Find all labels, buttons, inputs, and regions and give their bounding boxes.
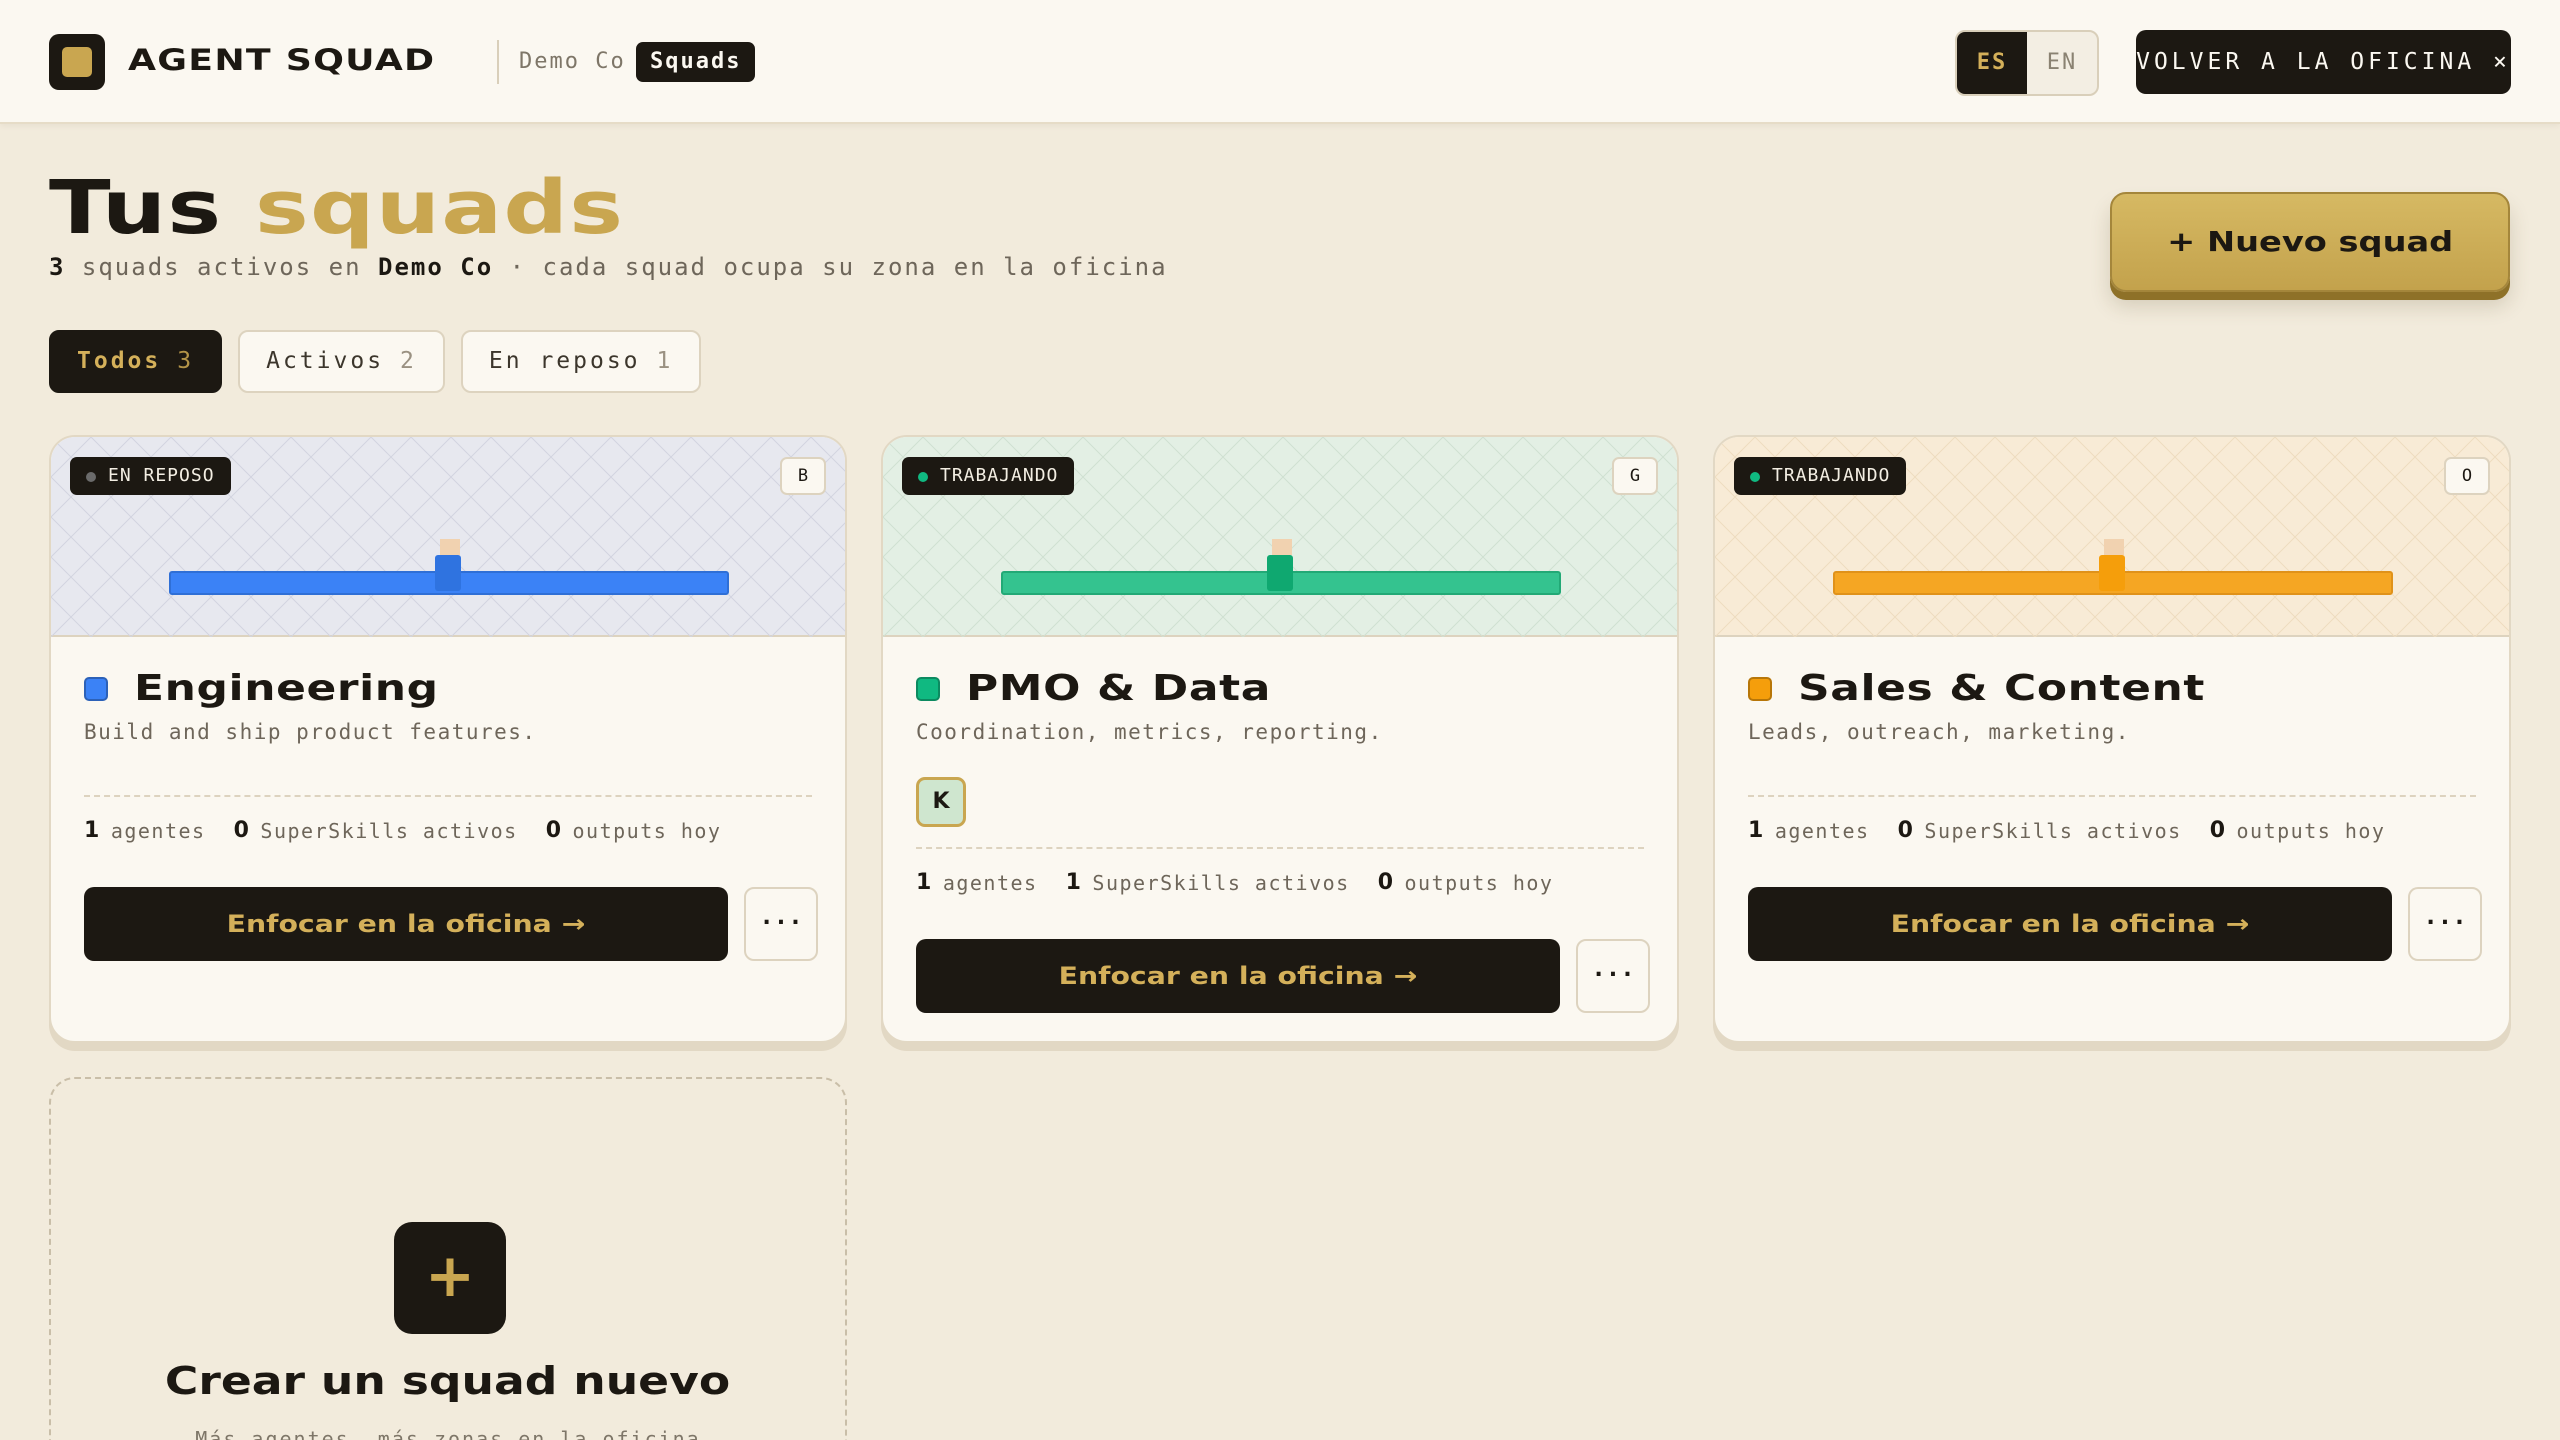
new-squad-label: + Nuevo squad [2166, 225, 2454, 258]
squad-key-badge: G [1612, 457, 1658, 495]
stat-agents: 1 agentes [1748, 818, 1870, 843]
page-title: Tus squads [49, 168, 624, 248]
filter-idle[interactable]: En reposo 1 [460, 330, 702, 393]
divider [84, 795, 812, 797]
stat-agents: 1 agentes [84, 818, 206, 843]
squad-color-swatch [84, 677, 108, 701]
status-dot [1750, 472, 1760, 482]
squad-heading: Engineering [84, 667, 438, 711]
lang-en-button[interactable]: EN [2027, 32, 2097, 94]
stat-skills: 0 SuperSkills activos [1897, 818, 2182, 843]
squad-description: Leads, outreach, marketing. [1748, 720, 2130, 744]
agent-avatar[interactable]: K [916, 777, 966, 827]
subtitle-mid: squads activos en [81, 253, 362, 281]
logo-icon[interactable] [49, 34, 105, 90]
status-badge: TRABAJANDO [1734, 457, 1907, 495]
stat-outputs: 0 outputs hoy [1377, 870, 1554, 895]
subtitle-tail: · cada squad ocupa su zona en la oficina [509, 253, 1168, 281]
filter-tabs: Todos 3 Activos 2 En reposo 1 [49, 330, 702, 393]
status-text: TRABAJANDO [1772, 465, 1891, 486]
create-squad-title: Crear un squad nuevo [51, 1357, 845, 1405]
squad-color-swatch [916, 677, 940, 701]
status-text: TRABAJANDO [940, 465, 1059, 486]
more-options-button[interactable]: ··· [744, 887, 818, 961]
squad-heading: Sales & Content [1748, 667, 2204, 711]
squad-name: PMO & Data [966, 668, 1271, 709]
focus-button-label: Enfocar en la oficina → [226, 910, 586, 938]
filter-label: Activos [266, 348, 385, 374]
agent-figure [1267, 555, 1293, 591]
filter-count: 1 [656, 348, 674, 374]
filter-label: En reposo [488, 348, 641, 374]
squad-stats: 1 agentes 1 SuperSkills activos 0 outputs h… [916, 869, 1581, 897]
brand-name: AGENT SQUAD [128, 43, 436, 77]
filter-count: 3 [177, 348, 195, 374]
status-badge: EN REPOSO [70, 457, 231, 495]
more-options-button[interactable]: ··· [1576, 939, 1650, 1013]
squad-card-sales-content[interactable]: TRABAJANDO O Sales & Content Leads, outr… [1713, 435, 2511, 1043]
page-subtitle: 3 squads activos en Demo Co · cada squad… [49, 250, 1168, 284]
stat-outputs: 0 outputs hoy [545, 818, 722, 843]
squad-stats: 1 agentes 0 SuperSkills activos 0 outputs h… [84, 817, 749, 845]
filter-label: Todos [77, 348, 162, 374]
page-title-main: Tus [49, 165, 223, 251]
create-squad-card[interactable]: + Crear un squad nuevo Más agentes, más … [49, 1077, 847, 1440]
page-title-accent: squads [254, 165, 625, 251]
status-text: EN REPOSO [108, 465, 215, 486]
back-to-office-button[interactable]: VOLVER A LA OFICINA × [2136, 30, 2511, 94]
filter-active[interactable]: Activos 2 [238, 330, 445, 393]
plus-icon: + [394, 1222, 506, 1334]
breadcrumb-current: Squads [636, 42, 756, 82]
squad-heading: PMO & Data [916, 667, 1270, 711]
status-badge: TRABAJANDO [902, 457, 1075, 495]
filter-all[interactable]: Todos 3 [49, 330, 223, 393]
office-preview: TRABAJANDO G [883, 437, 1677, 637]
agent-head [2104, 539, 2124, 555]
stat-agents: 1 agentes [916, 870, 1038, 895]
squad-key-badge: O [2444, 457, 2490, 495]
squad-description: Build and ship product features. [84, 720, 537, 744]
divider [916, 847, 1644, 849]
agent-head [1272, 539, 1292, 555]
office-preview: TRABAJANDO O [1715, 437, 2509, 637]
stat-skills: 0 SuperSkills activos [233, 818, 518, 843]
new-squad-button[interactable]: + Nuevo squad [2110, 192, 2510, 292]
language-toggle: ES EN [1955, 30, 2099, 96]
more-options-button[interactable]: ··· [2408, 887, 2482, 961]
focus-in-office-button[interactable]: Enfocar en la oficina → [1748, 887, 2392, 961]
stat-skills: 1 SuperSkills activos [1065, 870, 1350, 895]
squad-name: Sales & Content [1798, 668, 2206, 709]
status-dot [918, 472, 928, 482]
squad-card-pmo-data[interactable]: TRABAJANDO G PMO & Data Coordination, me… [881, 435, 1679, 1043]
create-squad-title-text: Crear un squad nuevo [165, 1359, 731, 1403]
subtitle-count: 3 [49, 253, 66, 281]
squad-key-badge: B [780, 457, 826, 495]
focus-in-office-button[interactable]: Enfocar en la oficina → [916, 939, 1560, 1013]
breadcrumb-divider [497, 40, 499, 84]
focus-in-office-button[interactable]: Enfocar en la oficina → [84, 887, 728, 961]
squad-description: Coordination, metrics, reporting. [916, 720, 1383, 744]
divider [1748, 795, 2476, 797]
agent-figure [435, 555, 461, 591]
filter-count: 2 [400, 348, 417, 374]
create-squad-subtitle: Más agentes, más zonas en la oficina [195, 1427, 701, 1440]
focus-button-label: Enfocar en la oficina → [1890, 910, 2250, 938]
status-dot [86, 472, 96, 482]
agent-head [440, 539, 460, 555]
squad-card-engineering[interactable]: EN REPOSO B Engineering Build and ship p… [49, 435, 847, 1043]
office-preview: EN REPOSO B [51, 437, 845, 637]
focus-button-label: Enfocar en la oficina → [1058, 962, 1418, 990]
lang-es-button[interactable]: ES [1957, 32, 2027, 94]
agent-figure [2099, 555, 2125, 591]
stat-outputs: 0 outputs hoy [2209, 818, 2386, 843]
subtitle-org: Demo Co [378, 253, 494, 281]
top-bar: AGENT SQUAD Demo Co Squads ES EN VOLVER … [0, 0, 2560, 124]
squad-name: Engineering [134, 668, 439, 709]
breadcrumb-org[interactable]: Demo Co [519, 46, 626, 78]
squad-color-swatch [1748, 677, 1772, 701]
squad-stats: 1 agentes 0 SuperSkills activos 0 outputs h… [1748, 817, 2413, 845]
